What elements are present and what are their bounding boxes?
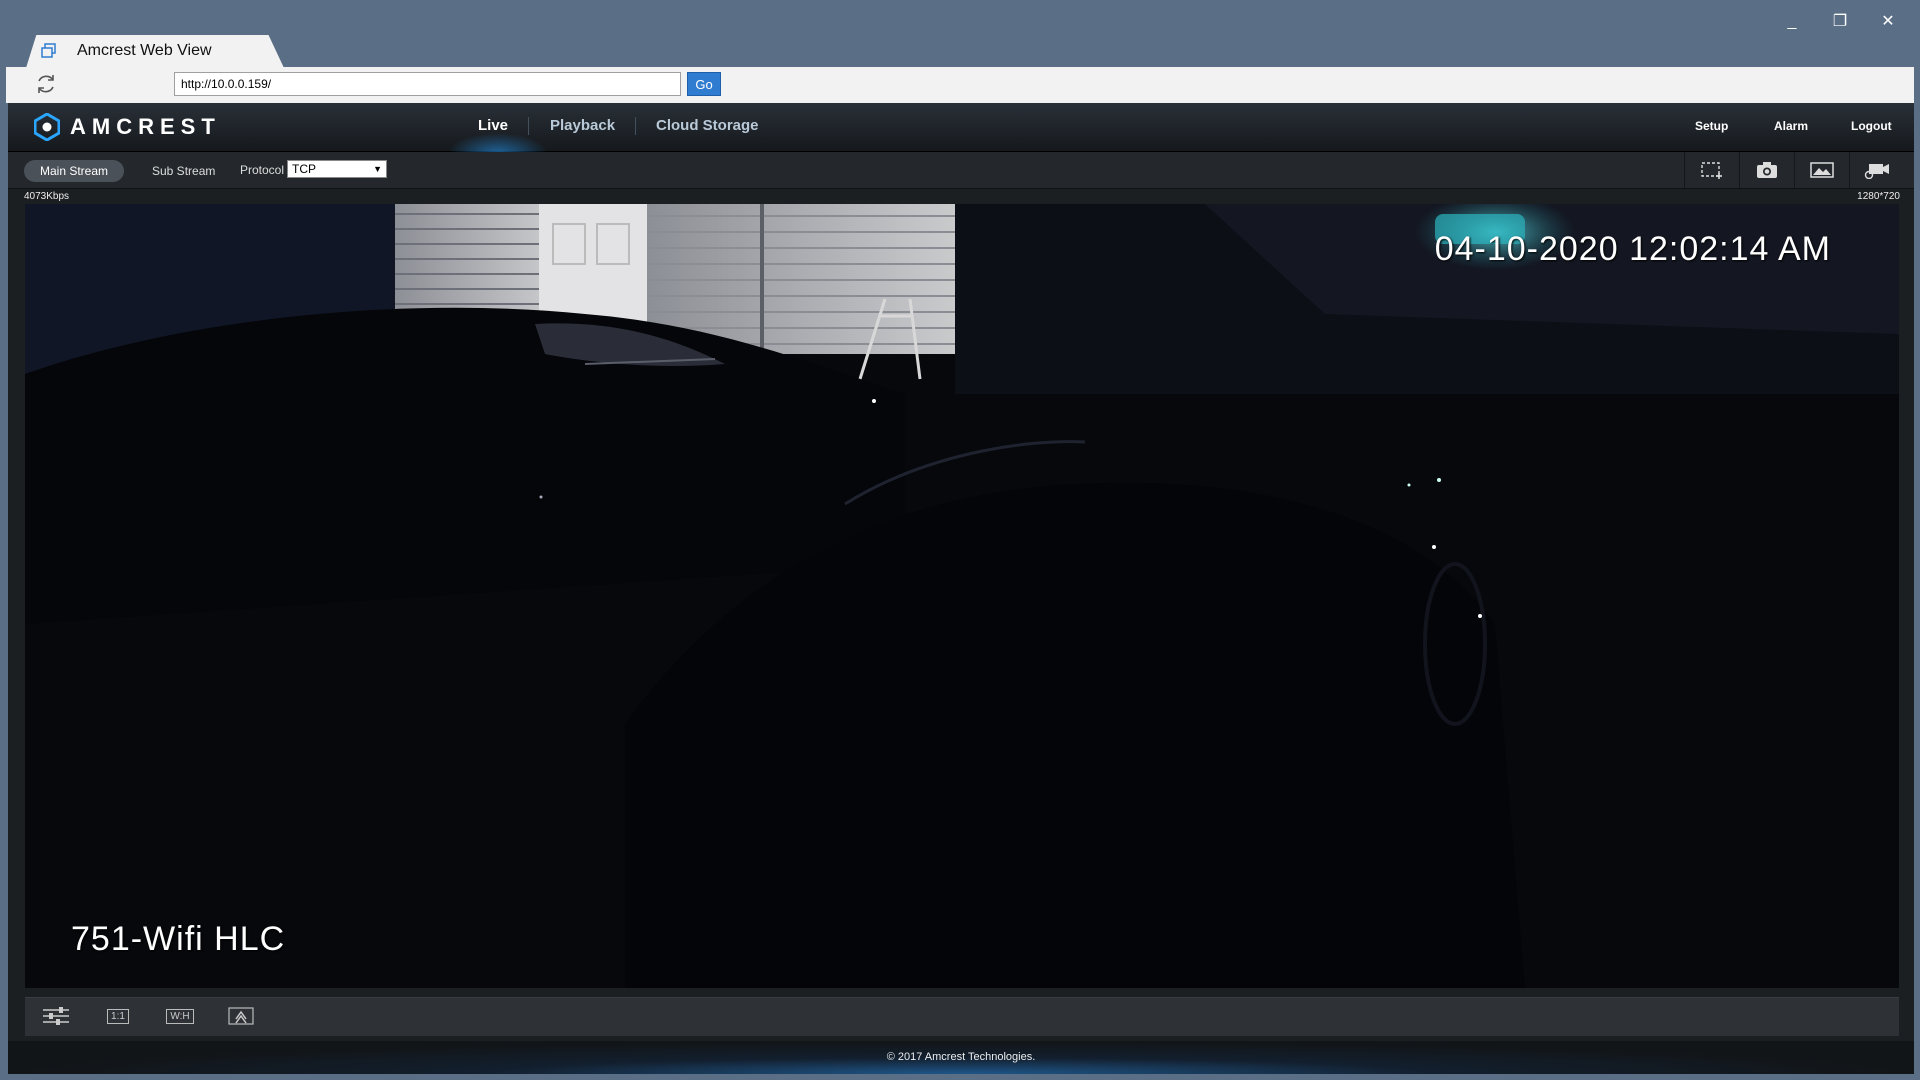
url-input[interactable]: http://10.0.0.159/ bbox=[174, 72, 681, 96]
osd-timestamp: 04-10-2020 12:02:14 AM bbox=[1434, 230, 1831, 268]
protocol-label: Protocol bbox=[240, 163, 285, 177]
brand-name: AMCREST bbox=[70, 114, 221, 139]
stream-toolbar: Main Stream Sub Stream Protocol TCP ▼ bbox=[8, 152, 1914, 189]
tab-cloud-storage[interactable]: Cloud Storage bbox=[656, 117, 759, 134]
nav-logout[interactable]: Logout bbox=[1851, 119, 1892, 133]
tab-live[interactable]: Live bbox=[478, 117, 508, 134]
dropdown-arrow-icon: ▼ bbox=[373, 164, 382, 174]
snapshot-icon[interactable] bbox=[1739, 152, 1794, 188]
nav-setup[interactable]: Setup bbox=[1695, 119, 1728, 133]
active-tab-glow bbox=[448, 133, 548, 153]
maximize-button[interactable]: ❐ bbox=[1820, 10, 1860, 34]
copyright-text: © 2017 Amcrest Technologies. bbox=[886, 1051, 1036, 1063]
amcrest-logo-icon bbox=[34, 113, 60, 141]
nav-divider bbox=[635, 117, 636, 135]
window-bottom-edge bbox=[0, 1074, 1920, 1080]
tab-title: Amcrest Web View bbox=[77, 42, 212, 59]
nav-divider bbox=[528, 117, 529, 135]
fit-window-icon[interactable]: W:H bbox=[165, 1005, 195, 1027]
top-navigation: AMCREST Live Playback Cloud Storage Setu… bbox=[8, 103, 1914, 153]
protocol-value: TCP bbox=[292, 162, 316, 176]
browser-tab[interactable]: Amcrest Web View bbox=[26, 35, 284, 68]
live-video-view[interactable]: 04-10-2020 12:02:14 AM 751-Wifi HLC bbox=[25, 204, 1899, 988]
address-bar: http://10.0.0.159/ Go bbox=[6, 67, 1914, 103]
osd-camera-name: 751-Wifi HLC bbox=[71, 920, 286, 958]
window-restore-icon bbox=[41, 43, 56, 58]
region-zoom-icon[interactable] bbox=[1684, 152, 1739, 188]
main-stream-button[interactable]: Main Stream bbox=[24, 160, 125, 182]
image-adjust-icon[interactable] bbox=[1794, 152, 1849, 188]
minimize-button[interactable]: _ bbox=[1772, 10, 1812, 34]
original-size-icon[interactable]: 1:1 bbox=[103, 1005, 133, 1027]
original-size-label: 1:1 bbox=[107, 1008, 129, 1024]
go-button[interactable]: Go bbox=[687, 72, 721, 96]
sub-stream-button[interactable]: Sub Stream bbox=[136, 160, 231, 182]
amcrest-logo: AMCREST bbox=[34, 113, 221, 141]
refresh-icon[interactable] bbox=[34, 72, 58, 96]
camera-feed-image bbox=[25, 204, 1899, 988]
image-settings-icon[interactable] bbox=[41, 1005, 71, 1027]
close-button[interactable]: ✕ bbox=[1868, 10, 1908, 34]
nav-alarm[interactable]: Alarm bbox=[1774, 119, 1808, 133]
video-control-bar: 1:1 W:H bbox=[25, 997, 1899, 1036]
amcrest-app: AMCREST Live Playback Cloud Storage Setu… bbox=[8, 103, 1914, 1074]
fit-window-label: W:H bbox=[166, 1008, 194, 1024]
window-titlebar: Amcrest Web View _ ❐ ✕ bbox=[0, 0, 1920, 68]
bitrate-readout: 4073Kbps bbox=[24, 191, 70, 202]
record-icon[interactable] bbox=[1849, 152, 1904, 188]
resolution-readout: 1280*720 bbox=[1857, 191, 1900, 202]
tab-playback[interactable]: Playback bbox=[550, 117, 615, 134]
footer: © 2017 Amcrest Technologies. bbox=[8, 1041, 1914, 1074]
protocol-select[interactable]: TCP ▼ bbox=[287, 160, 387, 178]
fullscreen-icon[interactable] bbox=[226, 1005, 256, 1027]
